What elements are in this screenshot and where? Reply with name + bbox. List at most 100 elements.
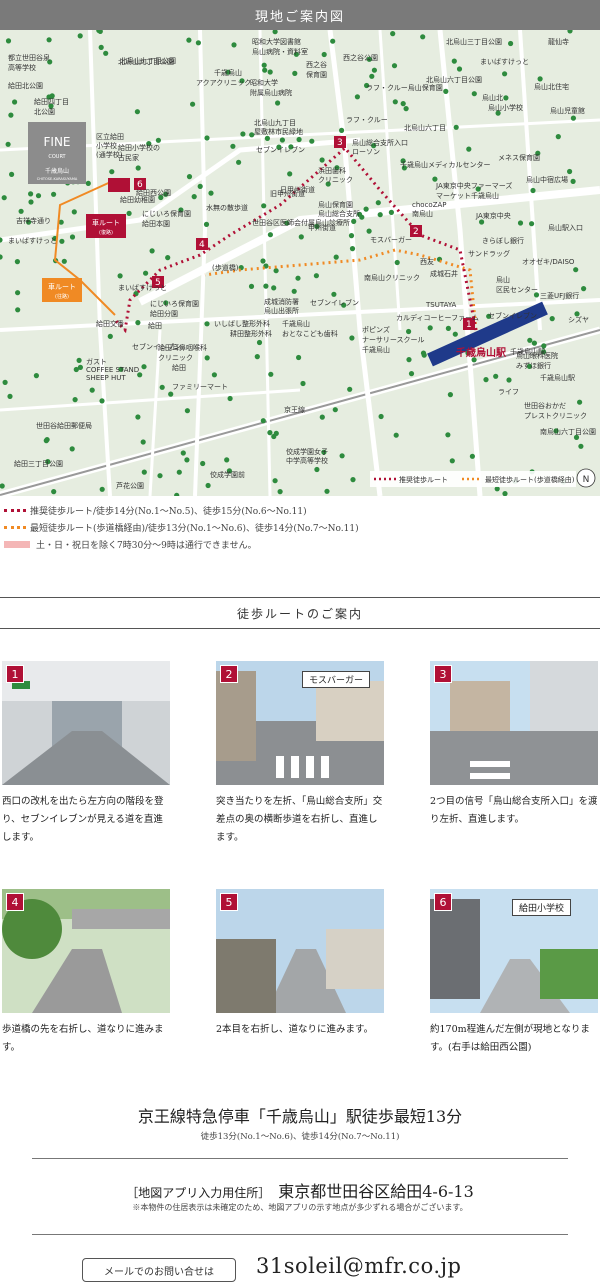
legend-row-restriction: 土・日・祝日を除く7時30分〜9時は通行できません。 xyxy=(0,536,600,553)
map-label: まいばすけっと xyxy=(118,283,167,292)
map-label: 世田谷おかだ xyxy=(524,401,566,410)
tree-dot xyxy=(8,112,14,118)
step-2-tag: モスバーガー xyxy=(302,671,371,688)
tree-dot xyxy=(378,413,384,420)
tree-dot xyxy=(203,221,210,227)
map-label: 芦花公園 xyxy=(116,481,144,490)
map-label: 北公園 xyxy=(34,108,55,116)
tree-dot xyxy=(43,438,49,444)
tree-dot xyxy=(445,325,451,331)
tree-dot xyxy=(33,373,40,379)
map-legend: 推奨徒歩ルート/徒歩14分(No.1〜No.5)、徒歩15分(No.6〜No.1… xyxy=(0,502,600,553)
route-step-5: 5 2本目を右折し、道なりに進みます。 xyxy=(216,889,384,1039)
tree-dot xyxy=(331,291,337,297)
tree-dot xyxy=(98,44,104,50)
tree-dot xyxy=(61,258,67,264)
tree-dot xyxy=(531,340,538,346)
tree-dot xyxy=(117,273,123,279)
tree-dot xyxy=(35,193,42,199)
map-label: ファミリーマート xyxy=(172,383,228,391)
access-subline: 徒歩13分(No.1〜No.6)、徒歩14分(No.7〜No.11) xyxy=(200,1132,400,1142)
map-label: 北烏山三丁目公園 xyxy=(446,37,502,46)
tree-dot xyxy=(200,460,206,467)
tree-dot xyxy=(506,377,512,383)
map-label: おとなこども歯科 xyxy=(282,329,338,338)
tree-dot xyxy=(314,466,320,473)
tree-dot xyxy=(447,392,453,398)
map-label: 給田小学校の xyxy=(118,143,160,152)
car-route-1-label: 車ルート xyxy=(92,218,120,227)
route-step-2: 2 モスバーガー 突き当たりを左折、「烏山総合支所」交差点の奥の横断歩道を右折し… xyxy=(216,661,384,847)
tree-dot xyxy=(69,446,75,452)
tree-dot xyxy=(141,364,147,370)
tree-dot xyxy=(363,206,369,212)
tree-dot xyxy=(2,379,8,385)
tree-dot xyxy=(449,458,455,464)
mail-inquiry-button[interactable]: メールでのお問い合せは xyxy=(82,1258,236,1282)
map-label: 西之谷公園 xyxy=(343,53,378,62)
tree-dot xyxy=(165,255,171,261)
tree-dot xyxy=(77,33,83,39)
step-1-photo: 1 xyxy=(2,661,170,785)
route-section-title: 徒歩ルートのご案内 xyxy=(236,606,363,621)
step-6-caption: 約170m程進んだ左側が現地となります。(右手は給田西公園) xyxy=(430,1024,590,1053)
tree-dot xyxy=(573,267,579,273)
step-5-number: 5 xyxy=(220,893,238,911)
tree-dot xyxy=(208,190,214,196)
map-label: ラフ・クルー烏山保育園 xyxy=(366,83,443,92)
tree-dot xyxy=(313,273,319,279)
step-6-number: 6 xyxy=(434,893,452,911)
tree-dot xyxy=(168,391,174,397)
tree-dot xyxy=(197,183,203,189)
map-label: COFFEE STAND xyxy=(86,366,139,374)
tree-dot xyxy=(141,469,147,475)
station-label: 千歳烏山駅 xyxy=(456,346,507,359)
restriction-swatch xyxy=(4,541,30,548)
tree-dot xyxy=(59,238,65,244)
map-label: 給田耳鼻咽喉科 xyxy=(158,343,207,352)
map-label: 烏山総合支所 xyxy=(318,209,360,218)
map-label: 西友 xyxy=(420,257,434,266)
tree-dot xyxy=(466,146,472,152)
area-map: 1 2 3 4 5 6 FINE COURT 千歳烏山 CHITOSE-KARA… xyxy=(0,27,600,499)
tree-dot xyxy=(377,212,383,218)
map-label: ナーサリースクール xyxy=(362,336,425,344)
tree-dot xyxy=(273,268,279,274)
tree-dot xyxy=(502,491,508,497)
tree-dot xyxy=(260,258,266,264)
tree-dot xyxy=(469,453,475,459)
tree-dot xyxy=(347,386,353,392)
tree-dot xyxy=(271,285,277,291)
tree-dot xyxy=(12,99,18,105)
map-label: JA東京中央 xyxy=(475,211,511,220)
tree-dot xyxy=(204,321,210,327)
tree-dot xyxy=(527,337,533,343)
car-route-2-label: 車ルート xyxy=(48,282,76,291)
contact-email[interactable]: 31soleil@mfr.co.jp xyxy=(256,1254,461,1278)
tree-dot xyxy=(99,398,105,404)
map-label: 給田分園 xyxy=(150,309,178,318)
tree-dot xyxy=(530,187,536,194)
tree-dot xyxy=(272,478,278,484)
tree-dot xyxy=(72,397,78,403)
map-label: 烏山総合支所入口 xyxy=(352,138,408,147)
map-label: 浜田歯科 xyxy=(318,166,346,175)
tree-dot xyxy=(443,88,449,94)
tree-dot xyxy=(452,331,458,337)
tree-dot xyxy=(140,439,146,445)
tree-dot xyxy=(184,457,190,463)
tree-dot xyxy=(277,489,283,495)
tree-dot xyxy=(264,135,270,141)
divider-top xyxy=(32,1158,568,1159)
tree-dot xyxy=(287,171,293,177)
map-label: JA東京中央ファーマーズ xyxy=(435,181,512,190)
tree-dot xyxy=(292,70,298,76)
tree-dot xyxy=(400,101,406,107)
tree-dot xyxy=(143,270,149,276)
tree-dot xyxy=(330,38,336,44)
tree-dot xyxy=(14,259,20,265)
map-header: 現地ご案内図 xyxy=(0,0,600,30)
tree-dot xyxy=(28,191,34,197)
map-label: にじいろ保育園 xyxy=(142,209,191,218)
tree-dot xyxy=(445,432,451,438)
